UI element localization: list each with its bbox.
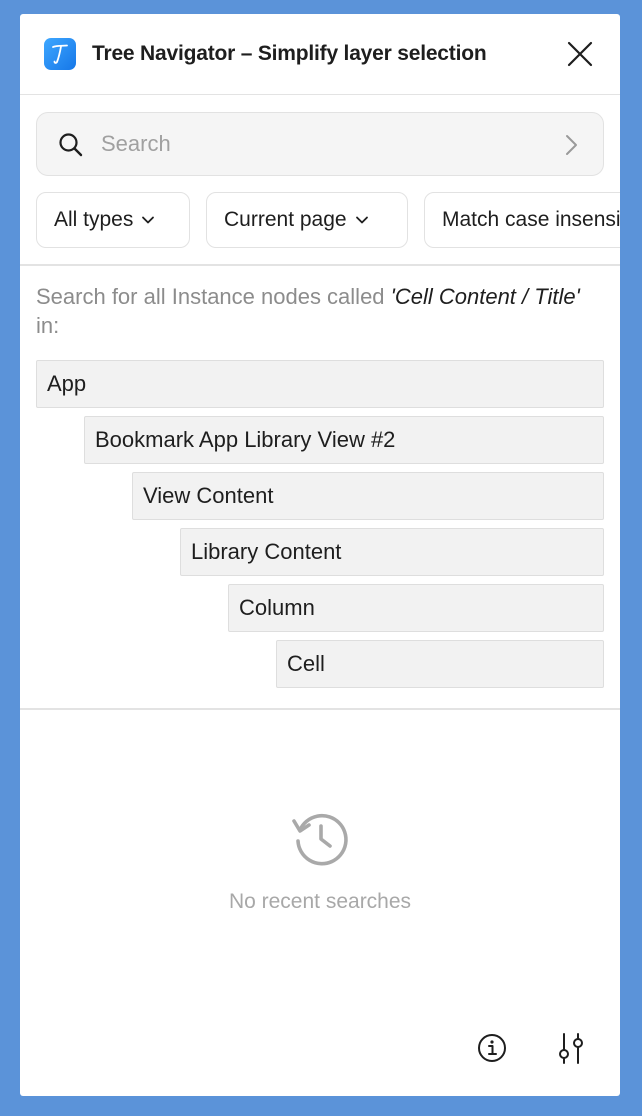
case-filter-label: Match case insensitive [442, 208, 620, 231]
sliders-icon [559, 1033, 583, 1064]
page-title: Tree Navigator – Simplify layer selectio… [92, 42, 487, 65]
tree-node-label: Column [239, 595, 315, 620]
tree-node-label: View Content [143, 483, 274, 508]
search-box [36, 112, 604, 176]
type-filter-dropdown[interactable]: All types [36, 192, 190, 248]
chevron-down-icon [355, 216, 368, 224]
settings-button[interactable] [556, 1030, 586, 1066]
tree-node[interactable]: Cell [276, 640, 604, 688]
tree-node[interactable]: View Content [132, 472, 604, 520]
case-filter-dropdown[interactable]: Match case insensitive [424, 192, 620, 248]
tree-node[interactable]: Bookmark App Library View #2 [84, 416, 604, 464]
history-icon [292, 813, 348, 866]
search-input[interactable] [101, 125, 541, 163]
info-button[interactable] [476, 1032, 508, 1064]
close-icon [567, 41, 593, 67]
scope-filter-label: Current page [224, 208, 347, 231]
search-description: Search for all Instance nodes called 'Ce… [36, 282, 606, 340]
filter-bar: All types Current page Match case insens… [36, 192, 620, 248]
chevron-down-icon [142, 216, 155, 224]
description-query: 'Cell Content / Title' [390, 284, 580, 309]
search-icon [59, 133, 83, 157]
plugin-window: Tree Navigator – Simplify layer selectio… [20, 14, 620, 1096]
description-suffix: in: [36, 313, 60, 338]
divider [20, 708, 620, 710]
tree-node-label: Bookmark App Library View #2 [95, 427, 396, 452]
type-filter-label: All types [54, 208, 134, 231]
tree-node-label: App [47, 371, 87, 396]
tree-node[interactable]: App [36, 360, 604, 408]
tree-node-label: Library Content [191, 539, 342, 564]
info-icon [478, 1034, 506, 1062]
empty-state-text: No recent searches [228, 890, 412, 913]
close-button[interactable] [566, 40, 594, 68]
tree-node[interactable]: Column [228, 584, 604, 632]
chevron-right-icon[interactable] [559, 131, 583, 159]
tree-node-label: Cell [287, 651, 325, 676]
tree-node[interactable]: Library Content [180, 528, 604, 576]
divider [20, 264, 620, 266]
scope-filter-dropdown[interactable]: Current page [206, 192, 408, 248]
description-prefix: Search for all Instance nodes called [36, 284, 391, 309]
header: Tree Navigator – Simplify layer selectio… [20, 14, 620, 95]
plugin-logo-icon [44, 38, 76, 70]
